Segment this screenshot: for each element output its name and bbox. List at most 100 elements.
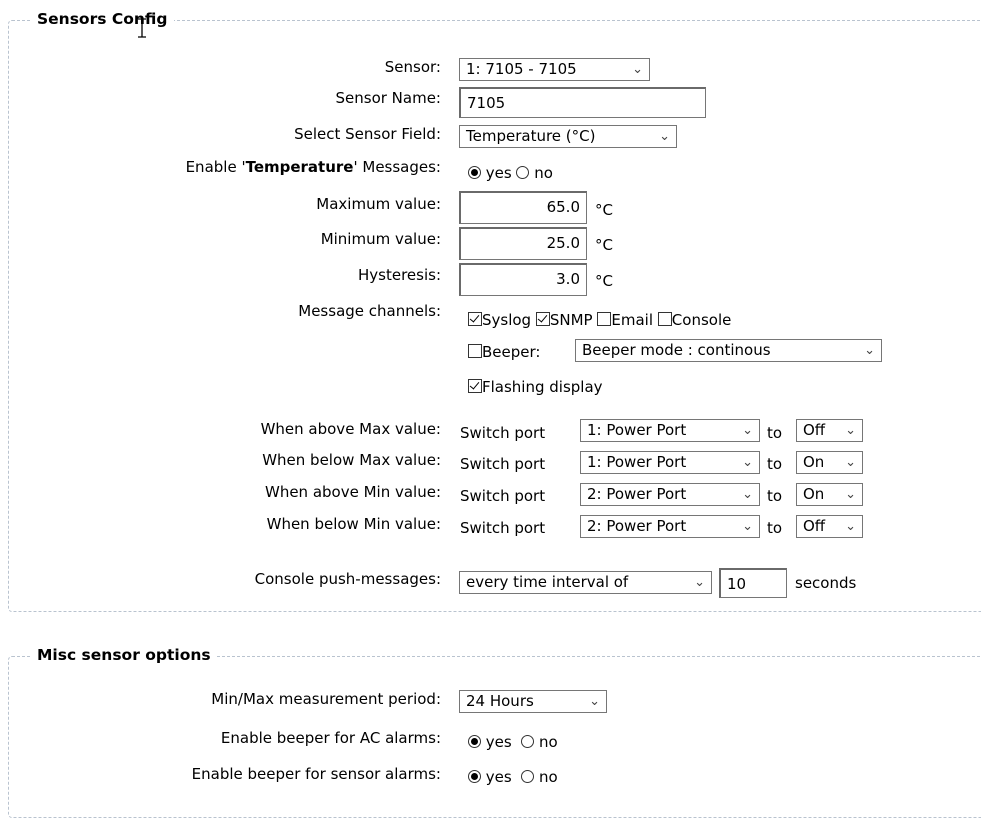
message-channels-label: Message channels: [298,302,441,320]
ac-alarms-label: Enable beeper for AC alarms: [220,729,441,747]
rule-to-text: to [767,487,783,505]
beeper-checkbox[interactable] [468,344,482,358]
email-label: Email [611,311,654,329]
misc-options-title: Misc sensor options [31,646,217,664]
rule-label: When below Max value: [262,451,441,469]
enable-field-name: Temperature [245,158,354,176]
sensor-name-label: Sensor Name: [335,89,442,107]
chevron-down-icon: ⌄ [632,62,643,77]
chevron-down-icon: ⌄ [694,575,705,590]
measurement-period-value: 24 Hours [466,692,534,710]
rule-label: When above Min value: [264,483,441,501]
rule-port-value: 2: Power Port [587,517,687,535]
chevron-down-icon: ⌄ [742,423,753,438]
sensor-field-select[interactable]: Temperature (°C) ⌄ [459,125,677,148]
push-mode-value: every time interval of [466,573,629,591]
sensor-alarm-no-radio[interactable] [521,770,535,783]
rule-state-value: On [803,485,825,503]
chevron-down-icon: ⌄ [845,423,856,438]
snmp-checkbox[interactable] [535,312,550,326]
sensor-select-value: 1: 7105 - 7105 [466,60,577,78]
rule-switch-text: Switch port [460,455,546,473]
enable-no-radio[interactable] [516,166,530,179]
syslog-checkbox[interactable] [468,312,482,326]
sensor-name-input[interactable]: 7105 [459,87,706,118]
text-cursor-icon [138,18,146,38]
chevron-down-icon: ⌄ [589,694,600,709]
sensors-config-title: Sensors Config [31,10,174,28]
rule-switch-text: Switch port [460,424,546,442]
sensor-alarms-radios: yes no [468,768,558,786]
rule-port-select[interactable]: 2: Power Port ⌄ [580,483,760,506]
sensor-alarm-yes-radio[interactable] [468,770,481,783]
chevron-down-icon: ⌄ [845,519,856,534]
enable-messages-radios: yes no [468,164,553,182]
rule-port-select[interactable]: 1: Power Port ⌄ [580,451,760,474]
ac-no-label: no [539,733,558,751]
chevron-down-icon: ⌄ [659,129,670,144]
ac-alarms-radios: yes no [468,733,558,751]
flashing-row: Flashing display [468,378,603,396]
rule-port-value: 1: Power Port [587,421,687,439]
chevron-down-icon: ⌄ [742,487,753,502]
ac-yes-radio[interactable] [468,735,481,748]
sensor-select[interactable]: 1: 7105 - 7105 ⌄ [459,58,650,81]
chevron-down-icon: ⌄ [845,455,856,470]
rule-to-text: to [767,455,783,473]
beeper-mode-value: Beeper mode : continous [582,341,771,359]
hysteresis-label: Hysteresis: [358,266,441,284]
sensor-label: Sensor: [384,58,441,76]
beeper-row: Beeper: [468,343,540,361]
max-unit: °C [595,201,613,219]
rule-port-value: 2: Power Port [587,485,687,503]
rule-state-value: On [803,453,825,471]
rule-label: When above Max value: [260,420,441,438]
sensor-field-select-value: Temperature (°C) [466,127,596,145]
enable-yes-radio[interactable] [468,166,481,179]
rule-state-value: Off [803,517,826,535]
sensor-alarm-no-label: no [539,768,558,786]
push-unit: seconds [795,574,857,592]
console-checkbox[interactable] [657,312,672,326]
sensor-field-label: Select Sensor Field: [294,125,441,143]
syslog-label: Syslog [482,311,532,329]
push-interval-input[interactable]: 10 [719,568,787,598]
beeper-mode-select[interactable]: Beeper mode : continous ⌄ [575,339,882,362]
rule-state-select[interactable]: Off ⌄ [796,515,863,538]
rule-to-text: to [767,424,783,442]
rule-state-select[interactable]: On ⌄ [796,483,863,506]
measurement-period-label: Min/Max measurement period: [211,690,441,708]
snmp-label: SNMP [549,311,593,329]
min-value-label: Minimum value: [320,230,441,248]
enable-yes-label: yes [485,164,512,182]
rule-port-select[interactable]: 1: Power Port ⌄ [580,419,760,442]
hysteresis-input[interactable]: 3.0 [459,263,587,296]
chevron-down-icon: ⌄ [742,519,753,534]
hysteresis-unit: °C [595,272,613,290]
flashing-display-label: Flashing display [482,378,603,396]
rule-switch-text: Switch port [460,519,546,537]
rule-state-select[interactable]: Off ⌄ [796,419,863,442]
sensor-alarm-yes-label: yes [485,768,512,786]
flashing-display-checkbox[interactable] [468,379,482,393]
email-checkbox[interactable] [597,312,612,326]
min-value-input[interactable]: 25.0 [459,227,587,260]
rule-port-value: 1: Power Port [587,453,687,471]
rule-switch-text: Switch port [460,487,546,505]
sensor-alarms-label: Enable beeper for sensor alarms: [191,765,441,783]
chevron-down-icon: ⌄ [845,487,856,502]
max-value-label: Maximum value: [316,195,441,213]
max-value-input[interactable]: 65.0 [459,191,587,224]
enable-suffix: ' Messages: [353,158,441,176]
rule-port-select[interactable]: 2: Power Port ⌄ [580,515,760,538]
console-label: Console [671,311,732,329]
min-unit: °C [595,236,613,254]
ac-no-radio[interactable] [521,735,535,748]
enable-no-label: no [534,164,553,182]
rule-state-select[interactable]: On ⌄ [796,451,863,474]
beeper-label: Beeper: [482,343,541,361]
rule-to-text: to [767,519,783,537]
measurement-period-select[interactable]: 24 Hours ⌄ [459,690,607,713]
chevron-down-icon: ⌄ [742,455,753,470]
push-mode-select[interactable]: every time interval of ⌄ [459,571,712,594]
